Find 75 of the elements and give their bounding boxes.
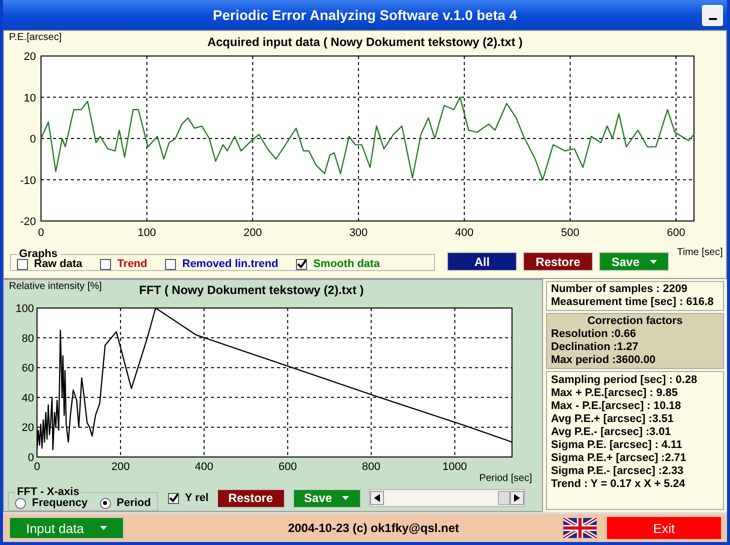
- y-rel-checkbox[interactable]: Y rel: [168, 492, 209, 504]
- x-tick-label: 200: [244, 227, 262, 239]
- y-tick-label: 20: [22, 422, 34, 434]
- check-icon: [168, 493, 178, 503]
- right-arrow-icon: [514, 494, 520, 502]
- y-tick-label: 10: [24, 92, 36, 104]
- y-tick-label: 80: [22, 332, 34, 345]
- x-tick-label: 600: [666, 227, 686, 239]
- y-tick-label: 0: [28, 452, 34, 464]
- group-label: Graphs: [18, 249, 59, 260]
- y-axis-label: P.E.[arcsec]: [9, 32, 62, 43]
- axis-radio[interactable]: Period: [100, 497, 151, 509]
- input-data-button[interactable]: Input data: [9, 517, 124, 539]
- copyright-text: 2004-10-23 (c) ok1fky@qsl.net: [286, 521, 460, 535]
- caret-icon: [342, 496, 350, 500]
- exit-button[interactable]: Exit: [607, 517, 721, 539]
- stat-text: Sigma P.E.- [arcsec] :2.33: [551, 465, 684, 478]
- x-tick-label: 800: [362, 461, 380, 473]
- x-tick-label: 1000: [442, 461, 467, 473]
- window-title: Periodic Error Analyzing Software v.1.0 beta 4: [212, 7, 518, 23]
- y-tick-label: 20: [24, 52, 36, 63]
- caret-icon: [100, 526, 107, 530]
- caret-icon: [650, 260, 657, 264]
- minimize-icon: [708, 18, 716, 20]
- action-button[interactable]: All: [447, 252, 517, 271]
- x-tick-label: 100: [138, 227, 156, 239]
- left-arrow-icon: [374, 494, 380, 502]
- stat-text: Sampling period [sec] : 0.28: [551, 374, 698, 387]
- stat-text: Sigma P.E.+ [arcsec] :2.71: [551, 452, 688, 465]
- action-button[interactable]: Save: [599, 252, 669, 271]
- correction-title: Correction factors: [586, 315, 684, 328]
- x-axis-label: Period [sec]: [479, 473, 532, 485]
- graph-checkbox[interactable]: Removed lin.trend: [165, 258, 278, 270]
- y-tick-label: 0: [30, 134, 36, 146]
- stat-text: Measurement time [sec] : 616.8: [551, 296, 715, 309]
- chart-title: FFT ( Nowy Dokument tekstowy (2).txt ): [139, 283, 364, 297]
- graph-checkbox[interactable]: Raw data: [17, 258, 82, 270]
- y-tick-label: -10: [20, 174, 36, 187]
- action-button[interactable]: Restore: [523, 252, 593, 271]
- chart-title: Acquired input data ( Nowy Dokument tekstowy (2).txt ): [207, 35, 523, 49]
- x-tick-label: 600: [278, 461, 297, 473]
- y-tick-label: 100: [16, 303, 34, 315]
- stat-text: Max - P.E.[arcsec] : 10.18: [551, 400, 682, 413]
- x-tick-label: 300: [349, 227, 368, 239]
- y-tick-label: 40: [22, 392, 34, 404]
- scroll-thumb[interactable]: [498, 491, 510, 505]
- group-label: FFT - X-axis: [16, 487, 80, 498]
- y-axis-label: Relative intensity [%]: [9, 281, 102, 292]
- flag-icon[interactable]: [563, 518, 597, 538]
- stat-text: Resolution :0.66: [551, 328, 637, 341]
- x-tick-label: 0: [34, 461, 40, 473]
- stat-text: Max period :3600.00: [551, 354, 657, 367]
- x-tick-label: 400: [194, 461, 214, 473]
- minimize-button[interactable]: [702, 5, 723, 26]
- stat-text: Sigma P.E. [arcsec] : 4.11: [551, 439, 684, 452]
- x-tick-label: 400: [455, 227, 474, 239]
- x-tick-label: 0: [38, 227, 44, 239]
- graph-checkbox[interactable]: Smooth data: [296, 258, 380, 270]
- x-axis-label: Time [sec]: [677, 247, 723, 258]
- x-tick-label: 200: [111, 461, 130, 473]
- action-button[interactable]: Restore: [216, 488, 285, 508]
- axis-radio[interactable]: Frequency: [15, 497, 88, 509]
- stat-text: Avg P.E.- [arcsec] :3.01: [551, 426, 672, 439]
- check-icon: [297, 259, 306, 269]
- x-tick-label: 500: [561, 227, 580, 239]
- stat-text: Max + P.E.[arcsec] : 9.85: [551, 387, 679, 400]
- y-tick-label: -20: [20, 216, 36, 228]
- stat-text: Trend : Y = 0.17 x X + 5.24: [551, 478, 686, 491]
- horizontal-scrollbar[interactable]: [368, 489, 525, 507]
- graph-checkbox[interactable]: Trend: [100, 258, 148, 270]
- action-button[interactable]: Save: [292, 488, 361, 508]
- stat-text: Declination :1.27: [551, 341, 640, 354]
- stat-text: Avg P.E.+ [arcsec] :3.51: [551, 413, 675, 426]
- stat-text: Number of samples : 2209: [551, 283, 688, 296]
- y-tick-label: 60: [22, 362, 34, 375]
